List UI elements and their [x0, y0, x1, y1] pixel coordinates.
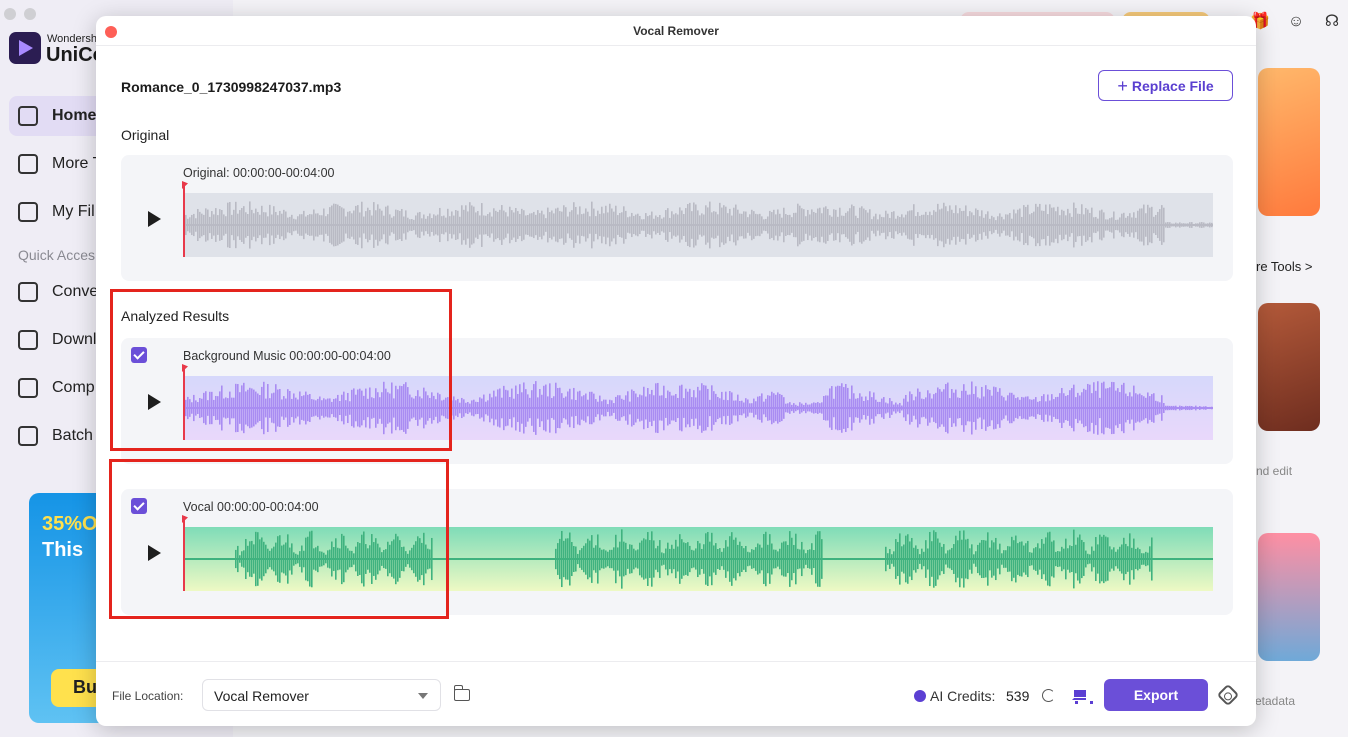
batch-icon	[18, 426, 38, 446]
top-icons: 🎁 ☺ ☊	[1250, 12, 1342, 32]
original-waveform[interactable]	[183, 193, 1213, 257]
original-track-label: Original: 00:00:00-00:04:00	[183, 166, 335, 180]
card-caption: nd edit	[1256, 464, 1293, 478]
headset-icon[interactable]: ☊	[1322, 12, 1342, 32]
promo-subtitle: This	[42, 539, 84, 561]
sidebar-item-label: My Fil	[52, 203, 95, 220]
compress-icon	[18, 378, 38, 398]
promo-discount: 35%O	[42, 513, 98, 535]
highlight-box-vocal	[109, 459, 449, 619]
file-name: Romance_0_1730998247037.mp3	[121, 79, 342, 95]
file-location-value: Vocal Remover	[214, 688, 309, 704]
window-controls	[4, 8, 36, 20]
quick-access-heading: Quick Acces	[18, 247, 96, 263]
dialog-footer: File Location: Vocal Remover AI Credits:…	[96, 661, 1256, 726]
vocal-remover-dialog: Vocal Remover Romance_0_1730998247037.mp…	[96, 16, 1256, 726]
cart-icon[interactable]	[1072, 690, 1093, 704]
original-track: Original: 00:00:00-00:04:00	[121, 155, 1233, 281]
plus-icon: +	[1117, 75, 1128, 96]
convert-icon	[18, 282, 38, 302]
sidebar-item-label: Home	[52, 107, 97, 124]
play-icon[interactable]	[148, 211, 161, 227]
refresh-icon[interactable]	[1042, 689, 1055, 702]
ai-credits-icon	[914, 690, 926, 702]
right-image-card-2[interactable]	[1258, 533, 1320, 661]
file-location-label: File Location:	[112, 689, 184, 703]
sidebar-item-label: Batch	[52, 427, 93, 444]
folder-icon[interactable]	[454, 685, 470, 701]
sidebar-item-label: Comp	[52, 379, 95, 396]
chevron-down-icon	[418, 693, 428, 699]
file-icon	[18, 202, 38, 222]
right-feature-card[interactable]	[1258, 68, 1320, 216]
waveform-svg	[183, 201, 1213, 249]
toolbox-icon	[18, 154, 38, 174]
right-image-card[interactable]	[1258, 303, 1320, 431]
card-caption-metadata: etadata	[1255, 694, 1296, 708]
replace-file-button[interactable]: + Replace File	[1098, 70, 1233, 101]
download-icon	[18, 330, 38, 350]
sidebar-item-label: Downl	[52, 331, 97, 348]
message-icon[interactable]: ☺	[1286, 12, 1306, 32]
dialog-title: Vocal Remover	[633, 24, 719, 38]
ai-credits-value: 539	[1006, 688, 1030, 704]
replace-file-label: Replace File	[1131, 77, 1214, 94]
sidebar-item-label: Conve	[52, 283, 99, 300]
original-section-label: Original	[121, 127, 170, 143]
app-logo-icon	[9, 32, 41, 64]
sidebar-item-label: More T	[52, 155, 103, 172]
file-location-select[interactable]: Vocal Remover	[202, 679, 441, 711]
playhead[interactable]	[183, 182, 185, 257]
ai-credits-label: AI Credits:	[930, 688, 996, 704]
more-tools-link[interactable]: re Tools >	[1256, 259, 1313, 274]
dialog-titlebar: Vocal Remover	[96, 16, 1256, 46]
settings-icon[interactable]	[1216, 683, 1240, 707]
highlight-box-music	[110, 289, 452, 451]
export-button[interactable]: Export	[1104, 679, 1208, 711]
home-icon	[18, 106, 38, 126]
